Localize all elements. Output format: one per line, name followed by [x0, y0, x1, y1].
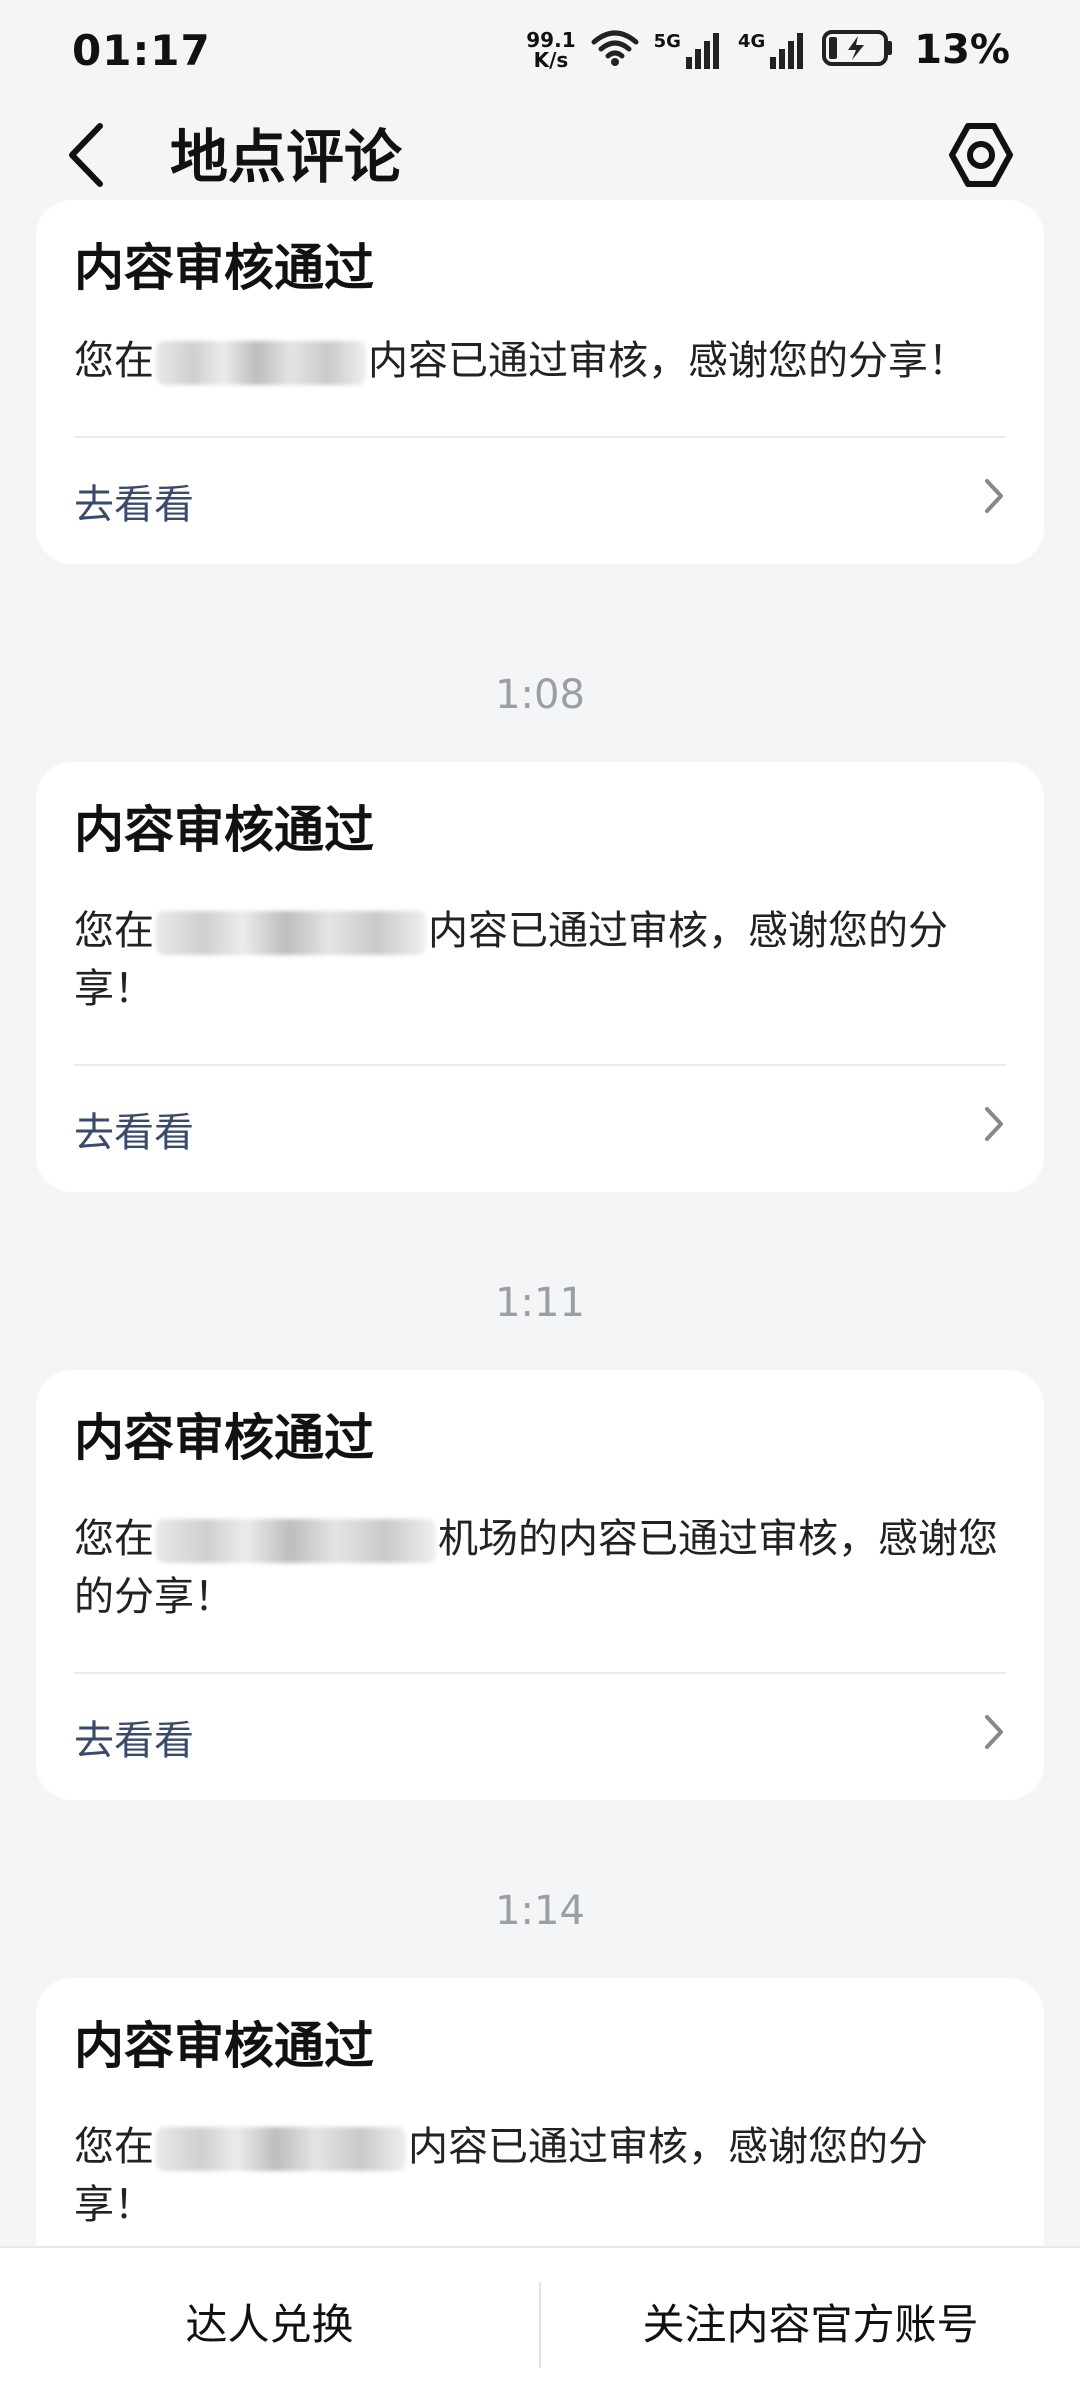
card-body: 您在 机场的内容已通过审核，感谢您的分享！: [74, 1510, 1006, 1626]
signal-4g-icon: 4G: [738, 31, 808, 69]
status-bar: 01:17 99.1 K/s 5G 4G 13%: [0, 0, 1080, 100]
battery-percent: 13%: [914, 27, 1010, 73]
card-body-prefix: 您在: [74, 1516, 154, 1562]
card-body: 您在 内容已通过审核，感谢您的分享！: [74, 2118, 1006, 2234]
view-link-label: 去看看: [74, 1110, 194, 1156]
signal-5g-icon: 5G: [654, 31, 724, 69]
message-card: 内容审核通过 您在 机场的内容已通过审核，感谢您的分享！ 去看看: [36, 1370, 1044, 1800]
message-card: 内容审核通过 您在 内容已通过审核，感谢您的分享！ 去看看: [36, 200, 1044, 564]
redacted-text: [156, 1519, 436, 1563]
card-title: 内容审核通过: [74, 2017, 374, 2075]
bottom-bar: 达人兑换 关注内容官方账号: [0, 2246, 1080, 2402]
hexagon-settings-icon: [946, 120, 1016, 194]
view-link-label: 去看看: [74, 1718, 194, 1764]
view-link[interactable]: 去看看: [74, 438, 1006, 564]
card-body-suffix: 内容已通过审核，感谢您的分享！: [368, 338, 968, 384]
chevron-right-icon: [982, 1712, 1006, 1762]
app-header: 地点评论: [0, 100, 1080, 212]
status-icons: 99.1 K/s 5G 4G 13%: [526, 27, 1010, 73]
view-link[interactable]: 去看看: [74, 1066, 1006, 1192]
card-body-prefix: 您在: [74, 338, 154, 384]
wifi-icon: [590, 28, 640, 72]
view-link-label: 去看看: [74, 482, 194, 528]
card-body-prefix: 您在: [74, 908, 154, 954]
net-speed-unit: K/s: [533, 48, 569, 72]
settings-button[interactable]: [944, 120, 1018, 194]
page-title: 地点评论: [170, 123, 403, 191]
redacted-text: [156, 911, 426, 955]
signal-5g-label: 5G: [653, 31, 681, 52]
card-body: 您在 内容已通过审核，感谢您的分享！: [74, 902, 1006, 1018]
timestamp: 1:14: [495, 1888, 585, 1934]
card-body: 您在 内容已通过审核，感谢您的分享！: [74, 332, 1006, 390]
net-speed: 99.1 K/s: [526, 30, 575, 70]
redacted-text: [156, 341, 366, 385]
message-card: 内容审核通过 您在 内容已通过审核，感谢您的分享！ 去看看: [36, 762, 1044, 1192]
message-card: 内容审核通过 您在 内容已通过审核，感谢您的分享！: [36, 1978, 1044, 2278]
back-button[interactable]: [64, 122, 124, 192]
timestamp: 1:11: [495, 1280, 585, 1326]
redacted-text: [156, 2127, 406, 2171]
status-time: 01:17: [72, 25, 211, 75]
view-link[interactable]: 去看看: [74, 1674, 1006, 1800]
card-title: 内容审核通过: [74, 801, 374, 859]
chevron-right-icon: [982, 1104, 1006, 1154]
battery-charging-icon: [822, 29, 894, 71]
signal-4g-label: 4G: [737, 31, 766, 52]
expert-exchange-button[interactable]: 达人兑换: [0, 2248, 539, 2402]
net-speed-value: 99.1: [526, 28, 576, 52]
chevron-left-icon: [64, 122, 108, 192]
card-title: 内容审核通过: [74, 1409, 374, 1467]
follow-official-account-button[interactable]: 关注内容官方账号: [541, 2248, 1080, 2402]
card-title: 内容审核通过: [74, 239, 374, 297]
timestamp: 1:08: [495, 672, 585, 718]
chevron-right-icon: [982, 476, 1006, 526]
card-body-prefix: 您在: [74, 2124, 154, 2170]
